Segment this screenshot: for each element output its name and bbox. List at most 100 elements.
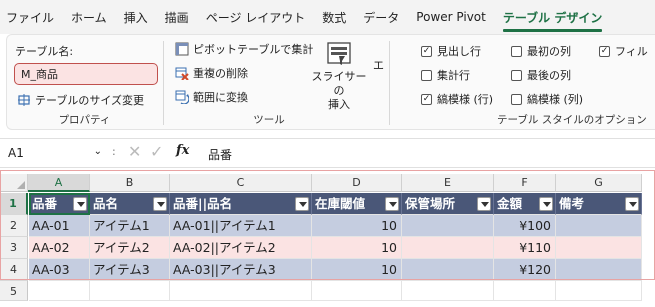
filter-dropdown-icon[interactable] bbox=[153, 197, 167, 211]
table-cell[interactable]: ¥110 bbox=[494, 237, 556, 259]
tab-power-pivot[interactable]: Power Pivot bbox=[416, 6, 486, 28]
table-cell[interactable]: アイテム1 bbox=[90, 215, 170, 237]
convert-to-range-button[interactable]: 範囲に変換 bbox=[175, 89, 248, 105]
total-row-checkbox[interactable]: 集計行 bbox=[421, 67, 470, 83]
column-header-g[interactable]: G bbox=[556, 174, 642, 192]
row-header-3[interactable]: 3 bbox=[0, 237, 28, 259]
table-cell[interactable]: AA-01 bbox=[29, 215, 90, 237]
filter-dropdown-icon[interactable] bbox=[625, 197, 639, 211]
pivot-summary-label: ピボットテーブルで集計 bbox=[193, 43, 314, 56]
empty-cell[interactable] bbox=[494, 281, 556, 301]
name-box[interactable]: A1 ⌄ bbox=[6, 144, 106, 164]
banded-rows-check[interactable]: ✓ bbox=[421, 93, 432, 105]
table-cell[interactable]: AA-02 bbox=[29, 237, 90, 259]
table-cell[interactable] bbox=[402, 259, 494, 281]
table-header-cell[interactable]: 金額 bbox=[494, 193, 556, 215]
banded-columns-check[interactable] bbox=[511, 93, 522, 105]
empty-cell[interactable] bbox=[556, 281, 642, 301]
cancel-icon[interactable]: ✕ bbox=[128, 142, 141, 161]
column-header-c[interactable]: C bbox=[170, 174, 312, 192]
first-column-check[interactable] bbox=[511, 45, 522, 57]
filter-dropdown-icon[interactable] bbox=[477, 197, 491, 211]
total-row-check[interactable] bbox=[421, 69, 432, 81]
last-column-check[interactable] bbox=[511, 69, 522, 81]
empty-cell[interactable] bbox=[90, 281, 170, 301]
filter-dropdown-icon[interactable] bbox=[73, 197, 87, 211]
remove-duplicates-button[interactable]: 重複の削除 bbox=[175, 65, 248, 81]
empty-cell[interactable] bbox=[312, 281, 402, 301]
style-options-group-label: テーブル スタイルのオプション bbox=[497, 114, 647, 126]
table-cell[interactable]: ¥120 bbox=[494, 259, 556, 281]
column-header-b[interactable]: B bbox=[90, 174, 170, 192]
column-header-e[interactable]: E bbox=[402, 174, 494, 192]
banded-columns-checkbox[interactable]: 縞模様 (列) bbox=[511, 91, 583, 107]
empty-cell[interactable] bbox=[29, 281, 90, 301]
first-column-label: 最初の列 bbox=[527, 45, 571, 58]
tab-table-design[interactable]: テーブル デザイン bbox=[502, 5, 603, 32]
insert-slicer-button[interactable]: スライサーの 挿入 bbox=[311, 41, 367, 112]
empty-cell[interactable] bbox=[402, 281, 494, 301]
table-header-cell[interactable]: 在庫閾値 bbox=[312, 193, 402, 215]
tools-group: ピボットテーブルで集計 重複の削除 範囲に変換 スライサーの 挿入 ツール bbox=[169, 35, 369, 131]
table-cell[interactable]: AA-03||アイテム3 bbox=[170, 259, 312, 281]
table-cell[interactable]: AA-02||アイテム2 bbox=[170, 237, 312, 259]
table-cell[interactable] bbox=[402, 215, 494, 237]
first-column-checkbox[interactable]: 最初の列 bbox=[511, 43, 571, 59]
tab-data[interactable]: データ bbox=[363, 5, 399, 30]
tab-draw[interactable]: 描画 bbox=[165, 5, 189, 30]
table-header-cell[interactable]: 保管場所 bbox=[402, 193, 494, 215]
resize-table-button[interactable]: テーブルのサイズ変更 bbox=[17, 92, 144, 108]
header-row-check[interactable]: ✓ bbox=[421, 45, 432, 57]
table-cell[interactable] bbox=[556, 237, 642, 259]
column-header-a[interactable]: A bbox=[28, 174, 90, 192]
resize-icon bbox=[17, 93, 31, 107]
insert-function-icon[interactable]: fx bbox=[176, 143, 189, 158]
table-cell[interactable] bbox=[556, 259, 642, 281]
filter-button-checkbox[interactable]: ✓ フィル bbox=[599, 43, 648, 59]
row-header-4[interactable]: 4 bbox=[0, 259, 28, 281]
row-header-2[interactable]: 2 bbox=[0, 215, 28, 237]
tab-formulas[interactable]: 数式 bbox=[322, 5, 346, 30]
table-cell[interactable] bbox=[556, 215, 642, 237]
row-header-5[interactable]: 5 bbox=[0, 281, 28, 301]
tab-home[interactable]: ホーム bbox=[71, 5, 107, 30]
table-cell[interactable]: 10 bbox=[312, 259, 402, 281]
column-header-d[interactable]: D bbox=[312, 174, 402, 192]
filter-dropdown-icon[interactable] bbox=[539, 197, 553, 211]
table-cell[interactable]: 10 bbox=[312, 215, 402, 237]
last-column-checkbox[interactable]: 最後の列 bbox=[511, 67, 571, 83]
table-cell[interactable]: ¥100 bbox=[494, 215, 556, 237]
table-name-input[interactable] bbox=[14, 63, 158, 85]
filter-dropdown-icon[interactable] bbox=[385, 197, 399, 211]
header-text: 備考 bbox=[559, 196, 585, 211]
column-header-f[interactable]: F bbox=[494, 174, 556, 192]
select-all-corner[interactable] bbox=[0, 174, 28, 192]
tab-file[interactable]: ファイル bbox=[6, 5, 54, 30]
table-header-cell[interactable]: 品番||品名 bbox=[170, 193, 312, 215]
table-header-cell[interactable]: 品番 bbox=[29, 193, 90, 215]
chevron-down-icon[interactable]: ⌄ bbox=[94, 146, 102, 157]
table-header-cell[interactable]: 品名 bbox=[90, 193, 170, 215]
table-cell[interactable] bbox=[402, 237, 494, 259]
table-cell[interactable]: AA-03 bbox=[29, 259, 90, 281]
tab-page-layout[interactable]: ページ レイアウト bbox=[206, 5, 306, 30]
table-cell[interactable]: 10 bbox=[312, 237, 402, 259]
tab-insert[interactable]: 挿入 bbox=[124, 5, 148, 30]
export-button[interactable]: エ bbox=[373, 57, 384, 73]
header-text: 保管場所 bbox=[405, 196, 456, 211]
formula-input[interactable]: 品番 bbox=[208, 146, 232, 163]
filter-dropdown-icon[interactable] bbox=[295, 197, 309, 211]
table-cell[interactable]: アイテム3 bbox=[90, 259, 170, 281]
filter-button-check[interactable]: ✓ bbox=[599, 45, 610, 57]
pivot-summary-button[interactable]: ピボットテーブルで集計 bbox=[175, 41, 313, 57]
row-header-1[interactable]: 1 bbox=[0, 193, 28, 215]
empty-cell[interactable] bbox=[170, 281, 312, 301]
table-cell[interactable]: アイテム2 bbox=[90, 237, 170, 259]
table-header-cell[interactable]: 備考 bbox=[556, 193, 642, 215]
header-row-checkbox[interactable]: ✓ 見出し行 bbox=[421, 43, 481, 59]
header-text: 在庫閾値 bbox=[315, 196, 366, 211]
last-column-label: 最後の列 bbox=[527, 69, 571, 82]
table-cell[interactable]: AA-01||アイテム1 bbox=[170, 215, 312, 237]
banded-rows-checkbox[interactable]: ✓ 縞模様 (行) bbox=[421, 91, 493, 107]
enter-icon[interactable]: ✓ bbox=[150, 142, 163, 161]
